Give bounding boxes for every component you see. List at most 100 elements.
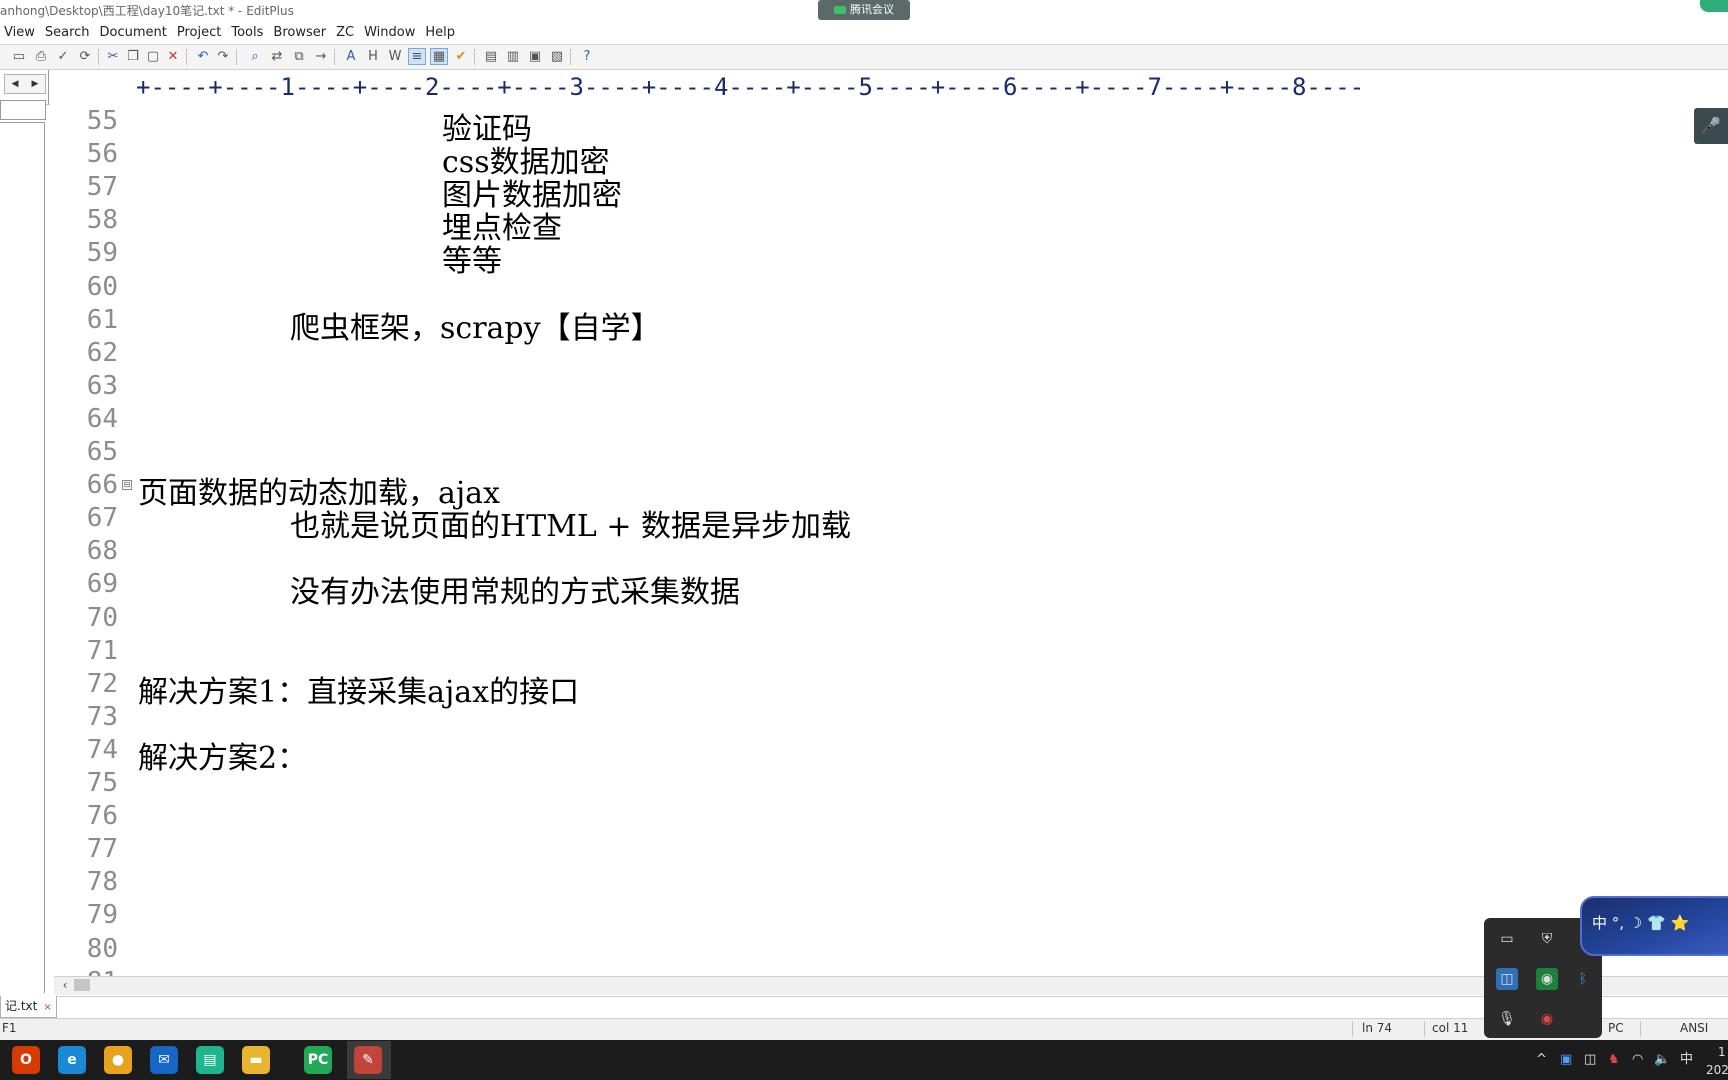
directory-icon[interactable]: ▥ <box>504 48 522 65</box>
editplus-icon[interactable]: ✎ <box>354 1046 382 1074</box>
menu-help[interactable]: Help <box>421 22 461 43</box>
microphone-icon[interactable]: 🎤 <box>1694 108 1728 144</box>
editor-line[interactable]: 56 css数据加密 <box>50 137 1728 180</box>
clock-time[interactable]: 1 <box>1718 1042 1726 1062</box>
tray-expand-icon[interactable]: ^ <box>1536 1050 1547 1070</box>
menu-zc[interactable]: ZC <box>332 22 360 43</box>
edge-icon[interactable]: e <box>58 1046 86 1074</box>
word-wrap-icon[interactable]: W <box>386 48 404 65</box>
copy-icon[interactable]: ❐ <box>124 48 142 65</box>
menu-view[interactable]: View <box>0 22 41 43</box>
print-icon[interactable]: ⎙ <box>32 48 50 65</box>
menu-window[interactable]: Window <box>360 22 421 43</box>
tray-app-icon-2[interactable]: ◫ <box>1584 1050 1596 1070</box>
editor-line[interactable]: 66 ⊟ 页面数据的动态加载，ajax <box>50 468 1728 511</box>
directory-combo[interactable] <box>0 100 46 120</box>
close-tab-icon[interactable]: × <box>43 1002 51 1013</box>
editor-line[interactable]: 59 等等 <box>50 236 1728 279</box>
hex-icon[interactable]: H <box>364 48 382 65</box>
redo-icon[interactable]: ↷ <box>214 48 232 65</box>
editor-line[interactable]: 64 <box>50 402 1728 435</box>
directory-tree[interactable] <box>0 122 45 993</box>
delete-icon[interactable]: ✕ <box>164 48 182 65</box>
editor-line[interactable]: 70 <box>50 601 1728 634</box>
editor-line[interactable]: 55 验证码 <box>50 104 1728 147</box>
find-in-files-icon[interactable]: ⧉ <box>290 48 308 65</box>
editor-line[interactable]: 78 <box>50 865 1728 898</box>
line-numbers-icon[interactable]: ≡ <box>408 48 426 65</box>
file-explorer-icon[interactable]: ▬ <box>242 1046 270 1074</box>
browser-icon[interactable]: ▧ <box>548 48 566 65</box>
record-icon[interactable]: ◉ <box>1536 1008 1558 1030</box>
mic-tray-icon[interactable]: 🎙 <box>1496 1008 1518 1030</box>
help-icon[interactable]: ? <box>578 48 596 65</box>
tray-app-icon[interactable]: ▣ <box>1560 1050 1572 1070</box>
horizontal-scrollbar[interactable] <box>54 976 1728 995</box>
bluetooth-icon[interactable]: ᛒ <box>1572 968 1594 990</box>
volume-icon[interactable]: 🔈 <box>1654 1050 1670 1070</box>
editor-line[interactable]: 68 <box>50 534 1728 567</box>
editor-line[interactable]: 77 <box>50 832 1728 865</box>
paste-icon[interactable]: ▢ <box>144 48 162 65</box>
fold-toggle-icon[interactable]: ⊟ <box>122 480 132 491</box>
replace-icon[interactable]: ⇄ <box>268 48 286 65</box>
spellcheck-icon[interactable]: ✓ <box>54 48 72 65</box>
scroll-left-icon[interactable]: ‹ <box>58 978 72 992</box>
menu-search[interactable]: Search <box>41 22 96 43</box>
editor-line[interactable]: 80 <box>50 932 1728 965</box>
qq-icon[interactable]: ♞ <box>1608 1050 1620 1070</box>
meeting-badge[interactable]: 腾讯会议 <box>818 0 910 20</box>
spellcheck-toggle-icon[interactable]: ✔ <box>452 48 470 65</box>
shield-icon[interactable]: ⛨ <box>1536 928 1558 950</box>
menu-tools[interactable]: Tools <box>227 22 269 43</box>
editor-line[interactable]: 81 <box>50 965 1728 976</box>
pycharm-icon[interactable]: PC <box>304 1046 332 1074</box>
menu-browser[interactable]: Browser <box>269 22 332 43</box>
wifi-icon[interactable]: ◠ <box>1632 1050 1643 1070</box>
editor-line[interactable]: 76 <box>50 799 1728 832</box>
scrollbar-thumb[interactable] <box>74 979 90 991</box>
menu-project[interactable]: Project <box>173 22 227 43</box>
editor-line[interactable]: 65 <box>50 435 1728 468</box>
editor-line[interactable]: 72 解决方案1：直接采集ajax的接口 <box>50 667 1728 710</box>
ime-indicator[interactable]: 中 <box>1680 1050 1693 1070</box>
nvidia-icon[interactable]: ◉ <box>1536 968 1558 990</box>
ime-toolbar-label: 中 °, ☽ 👕 ⭐ <box>1592 914 1690 932</box>
editor-line[interactable]: 74 解决方案2： <box>50 733 1728 776</box>
line-number: 66 <box>86 470 118 501</box>
notes-app-icon[interactable]: ▤ <box>196 1046 224 1074</box>
editor-line[interactable]: 67 也就是说页面的HTML + 数据是异步加载 <box>50 501 1728 544</box>
goto-line-icon[interactable]: → <box>312 48 330 65</box>
editor-line[interactable]: 69 没有办法使用常规的方式采集数据 <box>50 567 1728 610</box>
editor-line[interactable]: 61 爬虫框架，scrapy【自学】 <box>50 303 1728 346</box>
editor-line[interactable]: 58 埋点检查 <box>50 203 1728 246</box>
mail-app-icon[interactable]: ✉ <box>150 1046 178 1074</box>
cut-icon[interactable]: ✂ <box>104 48 122 65</box>
ruler-icon[interactable]: ▦ <box>430 48 448 65</box>
clock-date[interactable]: 202 <box>1706 1060 1728 1080</box>
undo-icon[interactable]: ↶ <box>194 48 212 65</box>
editor-line[interactable]: 79 <box>50 898 1728 931</box>
network-app-icon[interactable]: ◫ <box>1496 968 1518 990</box>
output-icon[interactable]: ▣ <box>526 48 544 65</box>
file-tab[interactable]: 记.txt × <box>0 996 57 1018</box>
font-icon[interactable]: A <box>342 48 360 65</box>
html-preview-icon[interactable]: ⟳ <box>76 48 94 65</box>
print-preview-icon[interactable]: ▭ <box>10 48 28 65</box>
find-icon[interactable]: ⌕ <box>246 48 264 65</box>
editor-line[interactable]: 73 <box>50 700 1728 733</box>
menu-document[interactable]: Document <box>96 22 173 43</box>
chrome-icon[interactable]: ● <box>104 1046 132 1074</box>
editor-pane[interactable]: 55 验证码 56 css数据加密 57 图片数据加密 58 埋点检查 59 等等 60 61 爬虫框架… <box>50 104 1728 976</box>
editor-line[interactable]: 63 <box>50 369 1728 402</box>
battery-icon[interactable]: ▭ <box>1496 928 1518 950</box>
cliptext-icon[interactable]: ▤ <box>482 48 500 65</box>
editor-line[interactable]: 75 <box>50 766 1728 799</box>
nav-left-icon[interactable]: ◀ <box>5 75 25 93</box>
nav-right-icon[interactable]: ▶ <box>25 75 45 93</box>
editor-line[interactable]: 57 图片数据加密 <box>50 170 1728 213</box>
editor-line[interactable]: 62 <box>50 336 1728 369</box>
office-icon[interactable]: O <box>12 1046 40 1074</box>
editor-line[interactable]: 60 <box>50 270 1728 303</box>
editor-line[interactable]: 71 <box>50 634 1728 667</box>
